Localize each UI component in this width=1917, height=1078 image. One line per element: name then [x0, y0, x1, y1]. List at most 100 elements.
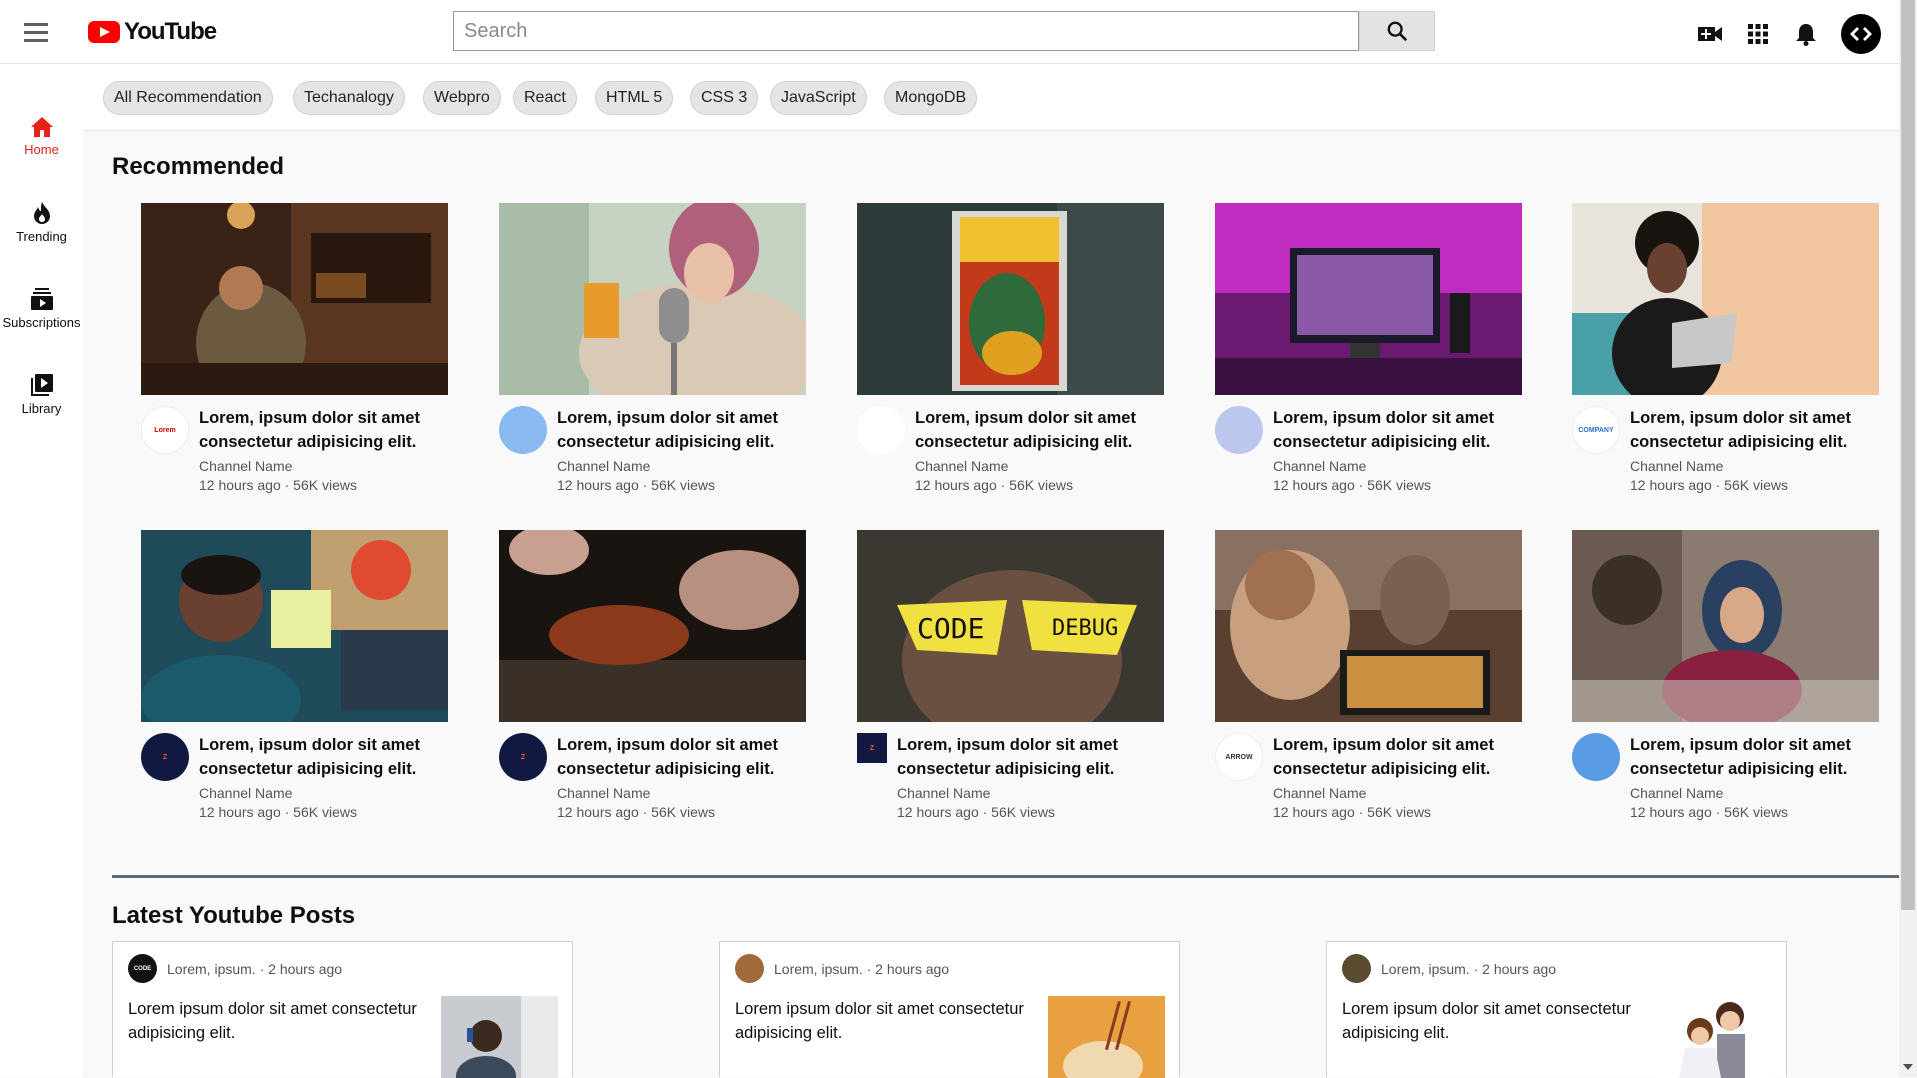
post-meta: Lorem, ipsum. · 2 hours ago: [1381, 960, 1557, 977]
video-title[interactable]: Lorem, ipsum dolor sit amet consectetur …: [1273, 733, 1522, 781]
sidebar-item-trending[interactable]: Trending: [0, 186, 83, 258]
video-title[interactable]: Lorem, ipsum dolor sit amet consectetur …: [1630, 733, 1879, 781]
chip-techanalogy[interactable]: Techanalogy: [293, 81, 405, 115]
sidebar-item-label: Library: [21, 400, 62, 416]
channel-avatar[interactable]: Z: [857, 733, 887, 763]
chip-html5[interactable]: HTML 5: [595, 81, 674, 115]
channel-name[interactable]: Channel Name: [1273, 785, 1366, 801]
channel-avatar[interactable]: [857, 406, 905, 454]
search-icon: [1387, 21, 1408, 42]
channel-name[interactable]: Channel Name: [557, 458, 650, 474]
video-thumbnail[interactable]: [1215, 530, 1522, 722]
channel-avatar[interactable]: COMPANY: [1572, 406, 1620, 454]
sidebar-item-subscriptions[interactable]: Subscriptions: [0, 272, 83, 344]
video-card[interactable]: Lorem, ipsum dolor sit amet consectetur …: [857, 203, 1164, 493]
video-card[interactable]: ARROW Lorem, ipsum dolor sit amet consec…: [1215, 530, 1522, 820]
menu-icon[interactable]: [24, 18, 56, 46]
channel-name[interactable]: Channel Name: [557, 785, 650, 801]
video-card[interactable]: Lorem, ipsum dolor sit amet consectetur …: [1215, 203, 1522, 493]
channel-name[interactable]: Channel Name: [199, 785, 292, 801]
sidebar-item-library[interactable]: Library: [0, 358, 83, 430]
logo-text: YouTube: [124, 18, 217, 45]
library-icon: [30, 373, 53, 396]
video-title[interactable]: Lorem, ipsum dolor sit amet consectetur …: [897, 733, 1146, 781]
channel-name[interactable]: Channel Name: [897, 785, 990, 801]
video-thumbnail[interactable]: [857, 203, 1164, 395]
video-thumbnail[interactable]: [141, 530, 448, 722]
post-image[interactable]: [1655, 996, 1772, 1078]
video-thumbnail[interactable]: [499, 530, 806, 722]
search-input[interactable]: [453, 11, 1359, 51]
post-image[interactable]: [441, 996, 558, 1078]
user-avatar[interactable]: [1841, 14, 1881, 54]
channel-avatar[interactable]: [1572, 733, 1620, 781]
notifications-button[interactable]: [1791, 19, 1821, 49]
channel-avatar[interactable]: ARROW: [1215, 733, 1263, 781]
post-avatar[interactable]: CODE: [128, 954, 157, 983]
post-card[interactable]: CODE Lorem, ipsum. · 2 hours ago Lorem i…: [112, 941, 573, 1078]
latest-posts-heading: Latest Youtube Posts: [112, 902, 356, 929]
page-scrollbar[interactable]: [1899, 0, 1917, 1077]
chip-webpro[interactable]: Webpro: [423, 81, 501, 115]
video-card[interactable]: Lorem Lorem, ipsum dolor sit amet consec…: [141, 203, 448, 493]
channel-name[interactable]: Channel Name: [199, 458, 292, 474]
video-card[interactable]: Z Lorem, ipsum dolor sit amet consectetu…: [141, 530, 448, 820]
scrollbar-thumb[interactable]: [1901, 0, 1915, 910]
channel-avatar[interactable]: [499, 406, 547, 454]
video-card[interactable]: Z Lorem, ipsum dolor sit amet consectetu…: [499, 530, 806, 820]
channel-name[interactable]: Channel Name: [1630, 785, 1723, 801]
channel-name[interactable]: Channel Name: [1273, 458, 1366, 474]
chip-mongodb[interactable]: MongoDB: [884, 81, 978, 115]
video-title[interactable]: Lorem, ipsum dolor sit amet consectetur …: [199, 406, 448, 454]
video-title[interactable]: Lorem, ipsum dolor sit amet consectetur …: [1630, 406, 1879, 454]
video-card[interactable]: Lorem, ipsum dolor sit amet consectetur …: [1572, 530, 1879, 820]
search-button[interactable]: [1359, 11, 1435, 51]
post-avatar[interactable]: [735, 954, 764, 983]
chip-css3[interactable]: CSS 3: [690, 81, 759, 115]
video-title[interactable]: Lorem, ipsum dolor sit amet consectetur …: [557, 733, 806, 781]
video-thumbnail[interactable]: [141, 203, 448, 395]
video-stats: 12 hours ago · 56K views: [557, 477, 715, 493]
sidebar: Home Trending Subscriptions Library: [0, 64, 83, 1077]
create-video-button[interactable]: [1695, 19, 1725, 49]
video-thumbnail[interactable]: [1215, 203, 1522, 395]
channel-avatar[interactable]: [1215, 406, 1263, 454]
post-avatar[interactable]: [1342, 954, 1371, 983]
video-stats: 12 hours ago · 56K views: [199, 804, 357, 820]
apps-button[interactable]: [1743, 19, 1773, 49]
video-title[interactable]: Lorem, ipsum dolor sit amet consectetur …: [1273, 406, 1522, 454]
video-thumbnail[interactable]: [1572, 530, 1879, 722]
channel-avatar[interactable]: Z: [499, 733, 547, 781]
top-header: YouTube: [0, 0, 1899, 64]
video-card[interactable]: COMPANY Lorem, ipsum dolor sit amet cons…: [1572, 203, 1879, 493]
video-stats: 12 hours ago · 56K views: [1273, 804, 1431, 820]
sidebar-item-label: Subscriptions: [2, 314, 81, 330]
post-text[interactable]: Lorem ipsum dolor sit amet consectetur a…: [735, 997, 1045, 1045]
chip-all-recommendation[interactable]: All Recommendation: [103, 81, 273, 115]
post-card[interactable]: Lorem, ipsum. · 2 hours ago Lorem ipsum …: [719, 941, 1180, 1078]
channel-avatar[interactable]: Lorem: [141, 406, 189, 454]
channel-name[interactable]: Channel Name: [915, 458, 1008, 474]
youtube-logo[interactable]: YouTube: [88, 18, 217, 46]
chip-react[interactable]: React: [513, 81, 577, 115]
video-stats: 12 hours ago · 56K views: [915, 477, 1073, 493]
video-thumbnail[interactable]: [499, 203, 806, 395]
chip-javascript[interactable]: JavaScript: [770, 81, 867, 115]
sidebar-item-home[interactable]: Home: [0, 100, 83, 172]
scroll-down-arrow-icon[interactable]: [1903, 1064, 1913, 1070]
video-title[interactable]: Lorem, ipsum dolor sit amet consectetur …: [915, 406, 1164, 454]
video-stats: 12 hours ago · 56K views: [199, 477, 357, 493]
channel-avatar[interactable]: Z: [141, 733, 189, 781]
post-text[interactable]: Lorem ipsum dolor sit amet consectetur a…: [128, 997, 438, 1045]
video-camera-icon: [1698, 27, 1722, 41]
post-text[interactable]: Lorem ipsum dolor sit amet consectetur a…: [1342, 997, 1652, 1045]
video-title[interactable]: Lorem, ipsum dolor sit amet consectetur …: [199, 733, 448, 781]
channel-name[interactable]: Channel Name: [1630, 458, 1723, 474]
video-thumbnail[interactable]: [1572, 203, 1879, 395]
post-card[interactable]: Lorem, ipsum. · 2 hours ago Lorem ipsum …: [1326, 941, 1787, 1078]
video-title[interactable]: Lorem, ipsum dolor sit amet consectetur …: [557, 406, 806, 454]
video-card[interactable]: CODE DEBUG Z Lorem, ipsum dolor sit amet …: [857, 530, 1164, 820]
post-image[interactable]: [1048, 996, 1165, 1078]
video-card[interactable]: Lorem, ipsum dolor sit amet consectetur …: [499, 203, 806, 493]
video-thumbnail[interactable]: CODE DEBUG: [857, 530, 1164, 722]
